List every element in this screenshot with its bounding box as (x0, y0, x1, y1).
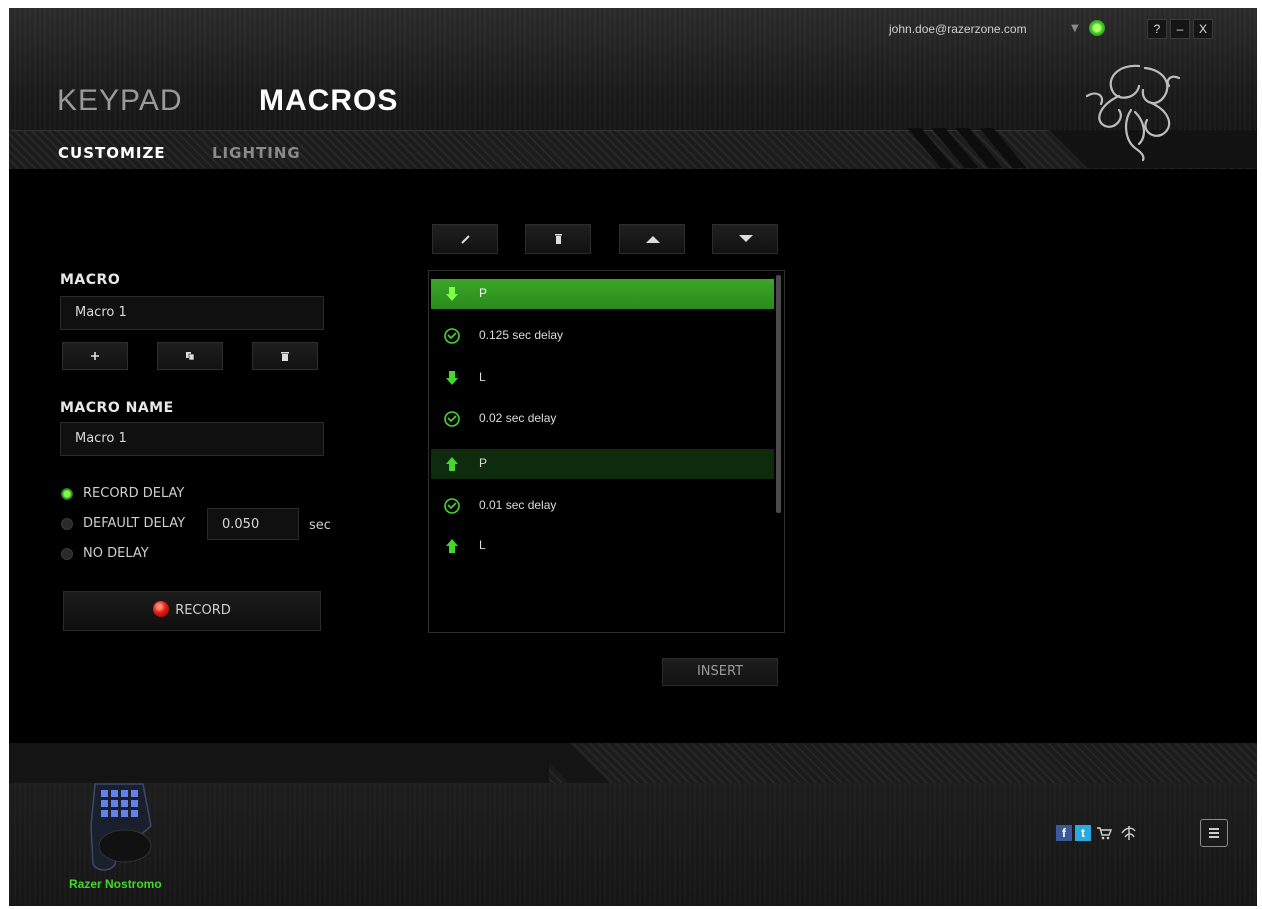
copy-icon (186, 352, 195, 361)
footer (9, 783, 1257, 906)
record-button[interactable]: RECORD (63, 591, 321, 631)
list-scrollbar[interactable] (776, 275, 781, 513)
user-email[interactable]: john.doe@razerzone.com (889, 22, 1027, 36)
list-item[interactable]: L (431, 363, 774, 393)
online-status-icon (1089, 20, 1105, 36)
list-item[interactable]: L (431, 531, 774, 561)
menu-button[interactable] (1200, 819, 1228, 847)
edit-button[interactable] (432, 224, 498, 254)
twitter-icon[interactable]: t (1075, 825, 1091, 841)
clock-icon (444, 498, 460, 514)
device-name[interactable]: Razer Nostromo (69, 877, 162, 891)
arrow-up-icon (446, 539, 458, 553)
record-delay-label: RECORD DELAY (83, 486, 185, 501)
app-window: john.doe@razerzone.com ▼ ? – X KEYPAD MA… (9, 8, 1257, 906)
tab-keypad[interactable]: KEYPAD (57, 84, 183, 118)
add-macro-button[interactable] (62, 342, 128, 370)
record-icon (153, 601, 170, 617)
delete-item-button[interactable] (525, 224, 591, 254)
list-item[interactable]: P (431, 279, 774, 309)
close-button[interactable]: X (1193, 19, 1213, 39)
macro-label: MACRO (60, 272, 121, 288)
default-delay-input[interactable]: 0.050 (207, 508, 299, 540)
move-down-button[interactable] (712, 224, 778, 254)
copy-macro-button[interactable] (157, 342, 223, 370)
triangle-up-icon (646, 236, 660, 243)
chevron-down-icon[interactable]: ▼ (1071, 23, 1079, 34)
delete-macro-button[interactable] (252, 342, 318, 370)
list-item[interactable]: 0.01 sec delay (431, 491, 774, 521)
trash-icon (555, 234, 562, 244)
arrow-down-icon (446, 371, 458, 385)
move-up-button[interactable] (619, 224, 685, 254)
razer-insider-icon[interactable] (1119, 823, 1139, 843)
radio-record-delay[interactable] (61, 488, 73, 500)
pencil-icon (461, 235, 470, 244)
record-label: RECORD (175, 603, 231, 618)
list-item[interactable]: P (431, 449, 774, 479)
macro-event-list[interactable]: P 0.125 sec delay L 0.02 sec delay P 0.0… (428, 270, 785, 633)
clock-icon (444, 328, 460, 344)
arrow-up-icon (446, 457, 458, 471)
macro-select[interactable]: Macro 1 (60, 296, 324, 330)
clock-icon (444, 411, 460, 427)
tab-lighting[interactable]: LIGHTING (212, 144, 301, 162)
arrow-down-icon (446, 287, 458, 301)
macro-name-input[interactable]: Macro 1 (60, 422, 324, 456)
macro-name-label: MACRO NAME (60, 400, 174, 416)
help-button[interactable]: ? (1147, 19, 1167, 39)
radio-no-delay[interactable] (61, 548, 73, 560)
facebook-icon[interactable]: f (1056, 825, 1072, 841)
radio-default-delay[interactable] (61, 518, 73, 530)
header-decoration (907, 128, 1044, 168)
default-delay-label: DEFAULT DELAY (83, 516, 186, 531)
triangle-down-icon (739, 235, 753, 242)
plus-icon (91, 352, 99, 360)
minimize-button[interactable]: – (1170, 19, 1190, 39)
no-delay-label: NO DELAY (83, 546, 149, 561)
razer-logo-icon (1085, 64, 1181, 161)
list-item[interactable]: 0.02 sec delay (431, 404, 774, 434)
cart-icon[interactable] (1096, 825, 1112, 841)
tab-macros[interactable]: MACROS (259, 84, 398, 118)
delay-unit: sec (309, 518, 331, 533)
insert-button[interactable]: INSERT (662, 658, 778, 686)
tab-customize[interactable]: CUSTOMIZE (58, 144, 166, 162)
list-item[interactable]: 0.125 sec delay (431, 321, 774, 351)
device-image[interactable] (81, 776, 171, 874)
trash-icon (281, 352, 289, 361)
